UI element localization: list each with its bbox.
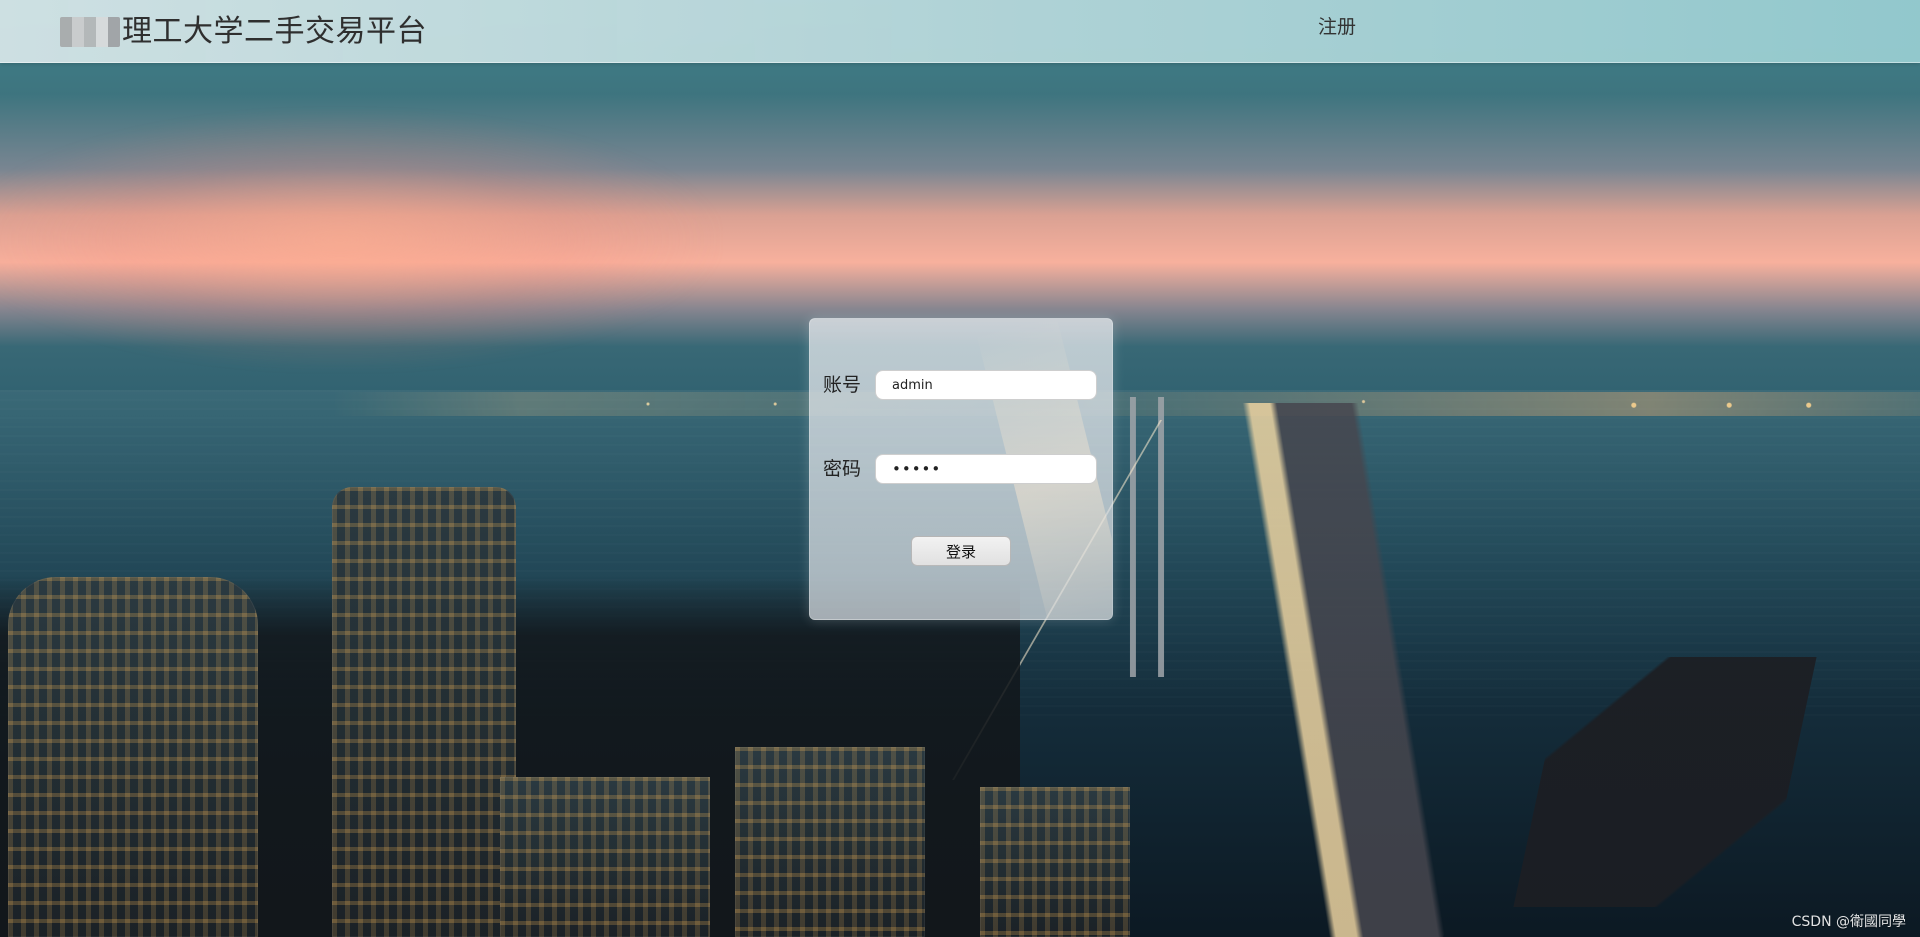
top-navigation-bar: 理工大学二手交易平台 注册 (0, 0, 1920, 63)
password-input[interactable] (875, 454, 1097, 484)
login-card: 账号 密码 登录 (809, 318, 1113, 620)
blurred-logo-text (60, 17, 120, 47)
register-link[interactable]: 注册 (1318, 18, 1356, 37)
main-building (332, 487, 516, 937)
left-building (8, 577, 258, 937)
login-page: 理工大学二手交易平台 注册 账号 密码 登录 CSDN @衛國同學 (0, 0, 1920, 937)
csdn-watermark: CSDN @衛國同學 (1791, 914, 1906, 930)
account-field-row: 账号 (823, 369, 1100, 401)
password-field-row: 密码 (823, 453, 1100, 485)
low-building (500, 777, 710, 937)
site-brand: 理工大学二手交易平台 (60, 14, 427, 50)
sunset-glow (0, 110, 720, 370)
account-input[interactable] (875, 370, 1097, 400)
site-title: 理工大学二手交易平台 (122, 14, 427, 49)
login-button[interactable]: 登录 (911, 536, 1011, 566)
pier-structure (1513, 657, 1817, 907)
waterfront-building (735, 747, 925, 937)
center-building (980, 787, 1130, 937)
account-label: 账号 (823, 373, 862, 396)
password-label: 密码 (823, 457, 862, 480)
